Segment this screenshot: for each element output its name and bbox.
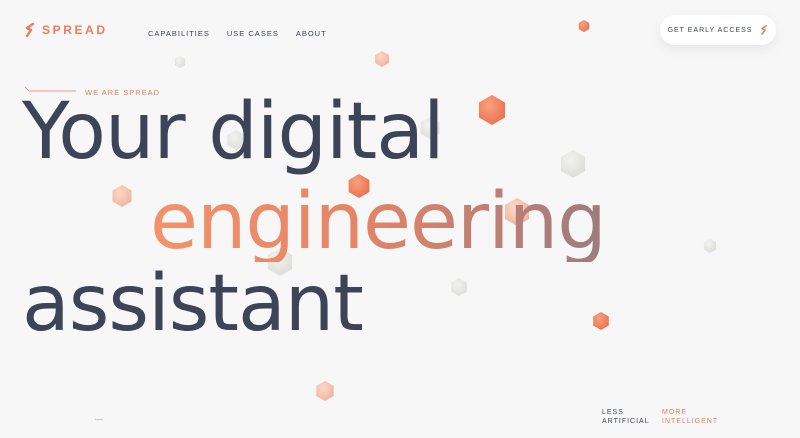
tagline-left-line-2: ARTIFICIAL: [602, 418, 650, 425]
hexagon-decoration: [316, 381, 334, 401]
hexagon-decoration: [560, 150, 586, 178]
scroll-indicator: [95, 419, 103, 420]
spread-logo-icon: [24, 23, 36, 37]
tagline-right-line-1: MORE: [662, 409, 687, 416]
cta-label: GET EARLY ACCESS: [667, 26, 753, 34]
hexagon-decoration: [703, 239, 717, 253]
hexagon-decoration: [174, 56, 186, 68]
hexagon-decoration: [578, 20, 590, 32]
nav-capabilities[interactable]: CAPABILITIES: [148, 29, 210, 38]
get-early-access-button[interactable]: GET EARLY ACCESS: [660, 15, 776, 45]
hexagon-decoration: [451, 278, 467, 296]
hexagon-decoration: [375, 51, 389, 67]
logo-text: SPREAD: [42, 23, 108, 37]
headline-line-1: Your digital: [22, 87, 445, 177]
main-nav: CAPABILITIES USE CASES ABOUT: [148, 29, 327, 38]
hexagon-decoration: [479, 95, 505, 125]
headline-line-2: engineering: [150, 177, 607, 267]
headline-line-3: assistant: [22, 259, 364, 349]
spread-mark-icon: [760, 25, 768, 35]
tagline-less-artificial: LESS ARTIFICIAL: [602, 408, 650, 426]
tagline-right-line-2: INTELLIGENT: [662, 418, 719, 425]
hexagon-decoration: [112, 185, 132, 207]
logo[interactable]: SPREAD: [24, 23, 108, 37]
tagline-left-line-1: LESS: [602, 409, 624, 416]
tagline-more-intelligent: MORE INTELLIGENT: [662, 408, 718, 426]
nav-use-cases[interactable]: USE CASES: [227, 29, 279, 38]
nav-about[interactable]: ABOUT: [296, 29, 327, 38]
hexagon-decoration: [593, 312, 609, 330]
